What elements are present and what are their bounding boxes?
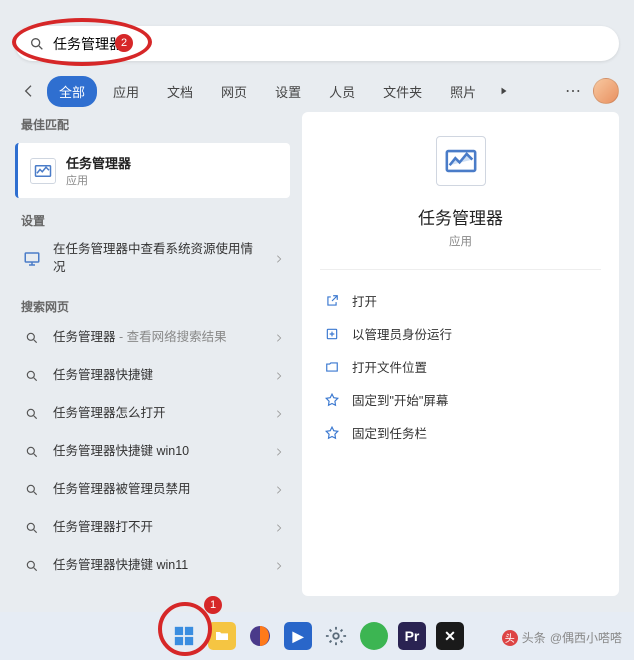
web-result[interactable]: 任务管理器 - 查看网络搜索结果 bbox=[15, 319, 290, 357]
action-label: 固定到"开始"屏幕 bbox=[352, 390, 448, 409]
details-panel: 任务管理器 应用 打开以管理员身份运行打开文件位置固定到"开始"屏幕固定到任务栏 bbox=[302, 112, 619, 596]
tab-photos[interactable]: 照片 bbox=[438, 76, 488, 107]
back-button[interactable] bbox=[15, 77, 43, 105]
action-item[interactable]: 固定到"开始"屏幕 bbox=[320, 383, 601, 416]
app-sub: 应用 bbox=[449, 233, 472, 249]
web-result[interactable]: 任务管理器快捷键 win10 bbox=[15, 433, 290, 471]
content-area: 最佳匹配 任务管理器 应用 设置 在任务管理器中查看系统资源使用情况 搜索网页 … bbox=[15, 112, 619, 596]
web-result[interactable]: 任务管理器的快捷键 bbox=[15, 585, 290, 596]
search-bar[interactable] bbox=[15, 26, 619, 61]
app-icon-2[interactable] bbox=[360, 622, 388, 650]
chevron-right-icon bbox=[274, 485, 284, 495]
web-result-label: 任务管理器快捷键 win10 bbox=[53, 443, 264, 461]
action-label: 以管理员身份运行 bbox=[352, 324, 452, 343]
web-result-label: 任务管理器 - 查看网络搜索结果 bbox=[53, 329, 264, 347]
best-match-result[interactable]: 任务管理器 应用 bbox=[15, 143, 290, 198]
search-icon bbox=[21, 327, 43, 349]
chevron-right-icon bbox=[274, 447, 284, 457]
app-name: 任务管理器 bbox=[418, 204, 503, 229]
section-best-match: 最佳匹配 bbox=[15, 112, 290, 137]
search-icon bbox=[21, 365, 43, 387]
search-icon bbox=[21, 555, 43, 577]
app-icon-1[interactable]: ▶ bbox=[284, 622, 312, 650]
windows-icon bbox=[173, 625, 195, 647]
pin-icon bbox=[324, 392, 340, 408]
search-icon bbox=[21, 441, 43, 463]
search-icon bbox=[21, 593, 43, 596]
web-result-label: 任务管理器的快捷键 bbox=[53, 595, 264, 596]
result-title: 任务管理器 bbox=[66, 153, 131, 172]
result-sub: 应用 bbox=[66, 172, 131, 188]
settings-item-label: 在任务管理器中查看系统资源使用情况 bbox=[53, 241, 264, 276]
settings-icon[interactable] bbox=[322, 622, 350, 650]
firefox-icon[interactable] bbox=[246, 622, 274, 650]
tab-folders[interactable]: 文件夹 bbox=[371, 76, 434, 107]
explorer-icon[interactable] bbox=[208, 622, 236, 650]
settings-item[interactable]: 在任务管理器中查看系统资源使用情况 bbox=[15, 233, 290, 284]
tab-people[interactable]: 人员 bbox=[317, 76, 367, 107]
folder-icon bbox=[324, 359, 340, 375]
start-button[interactable] bbox=[170, 622, 198, 650]
task-manager-icon-large bbox=[436, 136, 486, 186]
tab-settings[interactable]: 设置 bbox=[263, 76, 313, 107]
web-result-label: 任务管理器快捷键 bbox=[53, 367, 264, 385]
watermark: 头 头条@偶西小嗒嗒 bbox=[502, 629, 622, 646]
app-icon-3[interactable]: ✕ bbox=[436, 622, 464, 650]
premiere-icon[interactable]: Pr bbox=[398, 622, 426, 650]
chevron-right-icon bbox=[274, 409, 284, 419]
section-settings: 设置 bbox=[15, 208, 290, 233]
action-label: 打开文件位置 bbox=[352, 357, 427, 376]
search-icon bbox=[29, 36, 45, 52]
web-result-label: 任务管理器怎么打开 bbox=[53, 405, 264, 423]
chevron-right-icon bbox=[274, 333, 284, 343]
overflow-menu[interactable]: ⋯ bbox=[557, 81, 589, 101]
section-web: 搜索网页 bbox=[15, 294, 290, 319]
results-list: 最佳匹配 任务管理器 应用 设置 在任务管理器中查看系统资源使用情况 搜索网页 … bbox=[15, 112, 290, 596]
tab-all[interactable]: 全部 bbox=[47, 76, 97, 107]
search-input[interactable] bbox=[53, 36, 605, 52]
chevron-right-icon bbox=[274, 254, 284, 264]
action-item[interactable]: 固定到任务栏 bbox=[320, 416, 601, 449]
admin-icon bbox=[324, 326, 340, 342]
search-icon bbox=[21, 479, 43, 501]
taskbar: ▶ Pr ✕ 头 头条@偶西小嗒嗒 bbox=[0, 612, 634, 660]
action-item[interactable]: 以管理员身份运行 bbox=[320, 317, 601, 350]
search-icon bbox=[21, 517, 43, 539]
task-manager-icon bbox=[30, 158, 56, 184]
web-result-label: 任务管理器打不开 bbox=[53, 519, 264, 537]
search-icon bbox=[21, 403, 43, 425]
action-label: 固定到任务栏 bbox=[352, 423, 427, 442]
tab-apps[interactable]: 应用 bbox=[101, 76, 151, 107]
app-hero: 任务管理器 应用 bbox=[320, 136, 601, 270]
chevron-right-icon bbox=[274, 523, 284, 533]
monitor-icon bbox=[21, 248, 43, 270]
action-label: 打开 bbox=[352, 291, 377, 310]
web-result-label: 任务管理器快捷键 win11 bbox=[53, 557, 264, 575]
action-item[interactable]: 打开 bbox=[320, 284, 601, 317]
filter-tabs: 全部 应用 文档 网页 设置 人员 文件夹 照片 ⋯ bbox=[15, 73, 619, 109]
tabs-more[interactable] bbox=[492, 79, 516, 103]
open-icon bbox=[324, 293, 340, 309]
tab-web[interactable]: 网页 bbox=[209, 76, 259, 107]
avatar[interactable] bbox=[593, 78, 619, 104]
chevron-right-icon bbox=[274, 561, 284, 571]
web-result[interactable]: 任务管理器怎么打开 bbox=[15, 395, 290, 433]
web-result[interactable]: 任务管理器快捷键 bbox=[15, 357, 290, 395]
pin-icon bbox=[324, 425, 340, 441]
web-result[interactable]: 任务管理器打不开 bbox=[15, 509, 290, 547]
tab-docs[interactable]: 文档 bbox=[155, 76, 205, 107]
chevron-right-icon bbox=[274, 371, 284, 381]
watermark-icon: 头 bbox=[502, 630, 518, 646]
action-item[interactable]: 打开文件位置 bbox=[320, 350, 601, 383]
web-result[interactable]: 任务管理器被管理员禁用 bbox=[15, 471, 290, 509]
web-result[interactable]: 任务管理器快捷键 win11 bbox=[15, 547, 290, 585]
web-result-label: 任务管理器被管理员禁用 bbox=[53, 481, 264, 499]
